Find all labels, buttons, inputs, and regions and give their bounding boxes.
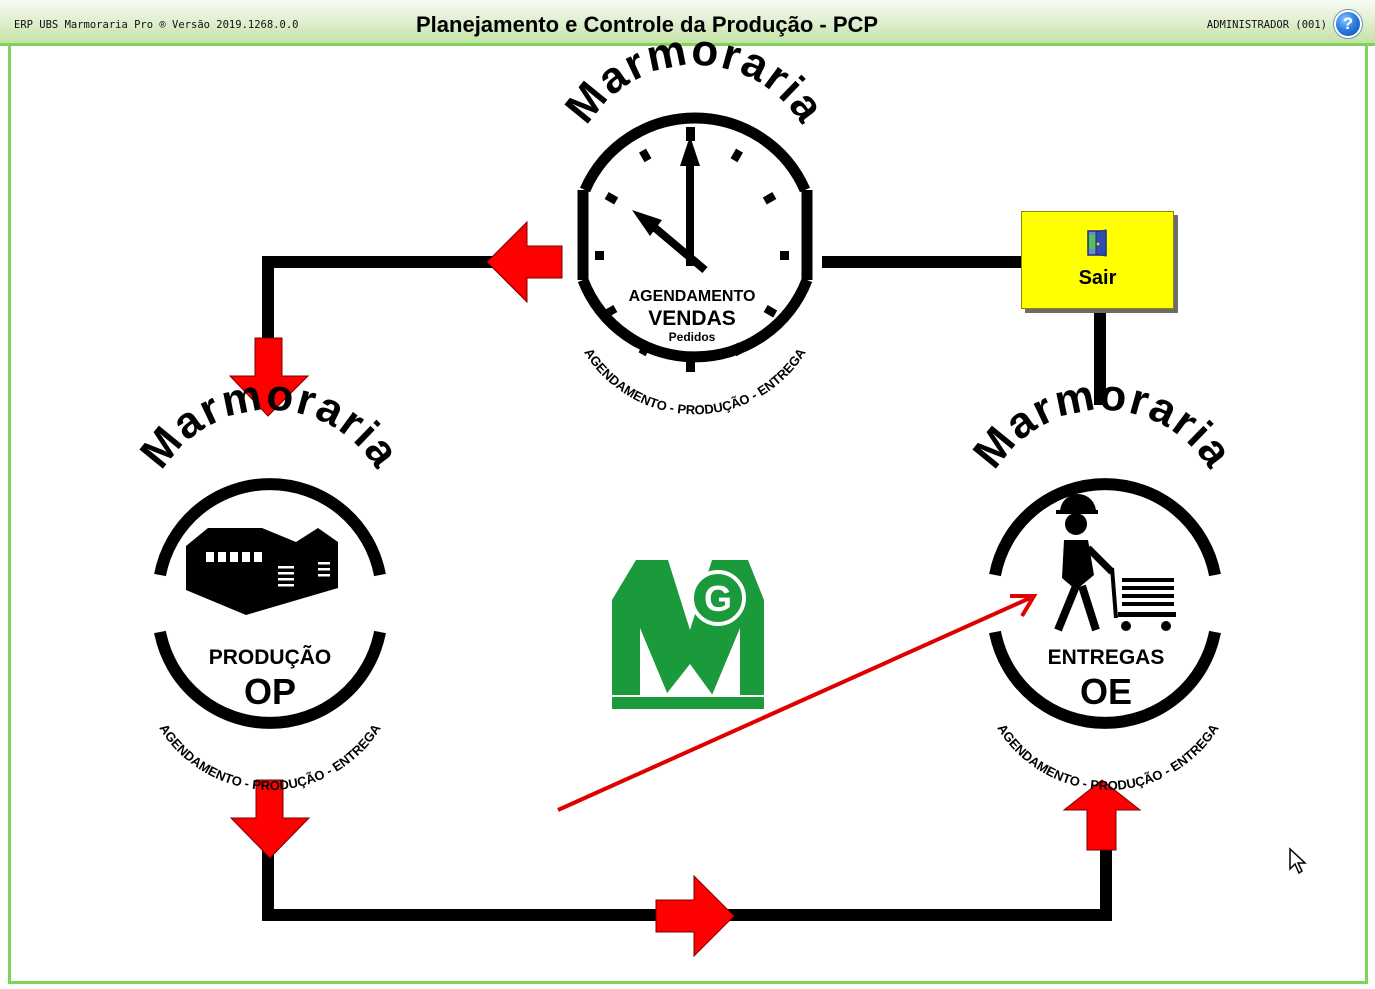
module-vendas[interactable]: Marmoraria AGENDAMENTO - PRODUÇÃO - ENTR…: [556, 25, 835, 417]
exit-door-icon: [1087, 229, 1107, 257]
module-arc-title: Marmoraria: [964, 370, 1241, 477]
module-heading: PRODUÇÃO: [209, 646, 332, 669]
module-code: OE: [1080, 671, 1132, 712]
svg-text:G: G: [704, 578, 732, 619]
module-code: OP: [244, 671, 296, 712]
module-heading: AGENDAMENTO: [629, 288, 756, 305]
exit-button[interactable]: Sair: [1021, 211, 1174, 309]
exit-button-label: Sair: [1078, 267, 1117, 289]
module-ring-text: AGENDAMENTO - PRODUÇÃO - ENTREGA: [156, 721, 383, 793]
svg-text:Marmoraria: Marmoraria: [131, 370, 410, 477]
factory-icon: [186, 528, 338, 615]
arrow-left-icon: [486, 220, 563, 304]
module-code: VENDAS: [648, 307, 736, 330]
mouse-cursor-icon: [1289, 847, 1307, 875]
module-producao[interactable]: Marmoraria AGENDAMENTO - PRODUÇÃO - ENTR…: [131, 370, 410, 793]
module-entregas[interactable]: Marmoraria AGENDAMENTO - PRODUÇÃO - ENTR…: [964, 370, 1243, 793]
module-ring-text: AGENDAMENTO - PRODUÇÃO - ENTREGA: [994, 721, 1221, 793]
svg-text:AGENDAMENTO - PRODUÇÃO - ENTRE: AGENDAMENTO - PRODUÇÃO - ENTREGA: [156, 721, 383, 793]
arrow-right-icon: [655, 874, 735, 958]
svg-text:Marmoraria: Marmoraria: [964, 370, 1243, 477]
module-heading: ENTREGAS: [1048, 646, 1165, 669]
mg-logo: MG G: [612, 560, 764, 709]
pcp-flow-diagram: Marmoraria AGENDAMENTO - PRODUÇÃO - ENTR…: [131, 25, 1243, 958]
delivery-worker-icon: [1054, 494, 1176, 632]
module-sub: Pedidos: [669, 330, 716, 344]
svg-text:AGENDAMENTO - PRODUÇÃO - ENTRE: AGENDAMENTO - PRODUÇÃO - ENTREGA: [994, 721, 1221, 793]
module-arc-title: Marmoraria: [131, 370, 408, 477]
